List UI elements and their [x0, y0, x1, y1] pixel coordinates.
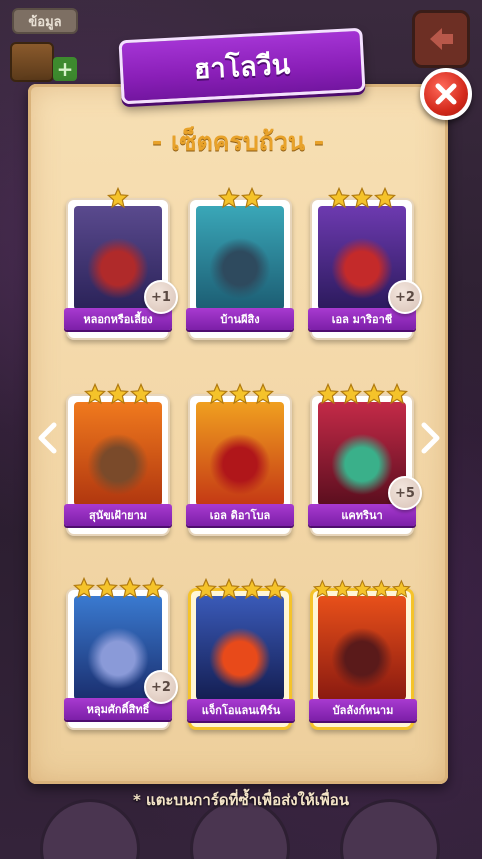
- next-page-button[interactable]: [416, 420, 444, 456]
- treasure-chest-icon: [10, 42, 54, 82]
- star-icon: [352, 579, 372, 598]
- devil-icon: [196, 402, 284, 506]
- back-button: [412, 10, 470, 68]
- thorn-throne-icon: [318, 596, 406, 700]
- card-name-label: แจ็กโอแลนเทิร์น: [187, 699, 295, 721]
- title-ribbon: ฮาโลวีน: [118, 27, 366, 105]
- card-name-label: เอล ดิอาโบล: [186, 504, 294, 526]
- collection-card[interactable]: เอล ดิอาโบล: [186, 383, 294, 536]
- add-icon: +: [53, 57, 77, 81]
- chevron-left-icon: [38, 422, 57, 454]
- star-icon: [217, 187, 240, 209]
- chevron-right-icon: [421, 422, 440, 454]
- star-icon: [72, 577, 95, 599]
- card-name-label: บัลลังก์หนาม: [309, 699, 417, 721]
- card-name-label: บ้านผีสิง: [186, 308, 294, 330]
- collection-card[interactable]: บัลลังก์หนาม: [309, 579, 417, 730]
- star-rating: [191, 578, 289, 600]
- star-rating: [312, 187, 412, 209]
- close-icon: [435, 83, 457, 105]
- star-icon: [374, 187, 396, 209]
- star-icon: [328, 187, 350, 209]
- star-icon: [339, 383, 362, 405]
- star-icon: [118, 577, 141, 599]
- haunted-house-icon: [196, 206, 284, 310]
- star-icon: [372, 579, 392, 598]
- duplicate-count-badge: +1: [144, 280, 178, 314]
- star-rating: [312, 383, 412, 405]
- star-icon: [263, 578, 286, 600]
- star-icon: [313, 579, 332, 598]
- duplicate-count-badge: +5: [388, 476, 422, 510]
- set-complete-heading: - เซ็ตครบถ้วน -: [151, 127, 325, 156]
- guard-dog-icon: [74, 402, 162, 506]
- star-icon: [351, 187, 373, 209]
- star-icon: [141, 577, 164, 599]
- star-rating: [313, 578, 411, 600]
- star-icon: [385, 383, 408, 405]
- star-icon: [316, 383, 339, 405]
- duplicate-card-hint: * แตะบนการ์ดที่ซ้ำเพื่อส่งให้เพื่อน: [132, 791, 350, 809]
- collection-card[interactable]: หลอกหรือเลี้ยง +1: [64, 187, 178, 340]
- star-icon: [392, 579, 411, 598]
- duplicate-count-badge: +2: [388, 280, 422, 314]
- back-arrow-icon: [430, 28, 453, 50]
- star-rating: [190, 383, 290, 405]
- info-button: ข้อมูล: [12, 8, 78, 34]
- set-title: ฮาโลวีน: [193, 48, 291, 85]
- star-icon: [240, 578, 263, 600]
- star-rating: [68, 187, 168, 209]
- star-icon: [217, 578, 240, 600]
- star-rating: [190, 187, 290, 209]
- star-icon: [240, 187, 263, 209]
- star-icon: [107, 383, 129, 405]
- collection-card[interactable]: บ้านผีสิง: [186, 187, 294, 340]
- star-icon: [95, 577, 118, 599]
- star-icon: [229, 383, 251, 405]
- star-icon: [130, 383, 152, 405]
- collection-card[interactable]: เอล มาริอาชี +2: [308, 187, 422, 340]
- star-icon: [332, 579, 352, 598]
- close-button[interactable]: [420, 68, 472, 120]
- duplicate-count-badge: +2: [144, 670, 178, 704]
- star-icon: [362, 383, 385, 405]
- collection-card[interactable]: หลุมศักดิ์สิทธิ์ +2: [64, 577, 178, 730]
- card-name-label: สุนัขเฝ้ายาม: [64, 504, 172, 526]
- collection-card[interactable]: แจ็กโอแลนเทิร์น: [187, 578, 295, 730]
- star-rating: [68, 383, 168, 405]
- collection-card[interactable]: สุนัขเฝ้ายาม: [64, 383, 172, 536]
- star-rating: [68, 577, 168, 599]
- star-icon: [194, 578, 217, 600]
- jack-o-lantern-icon: [196, 596, 284, 700]
- star-icon: [252, 383, 274, 405]
- collection-card[interactable]: แคทรินา +5: [308, 383, 422, 536]
- star-icon: [84, 383, 106, 405]
- star-icon: [107, 187, 129, 209]
- star-icon: [206, 383, 228, 405]
- previous-page-button[interactable]: [34, 420, 62, 456]
